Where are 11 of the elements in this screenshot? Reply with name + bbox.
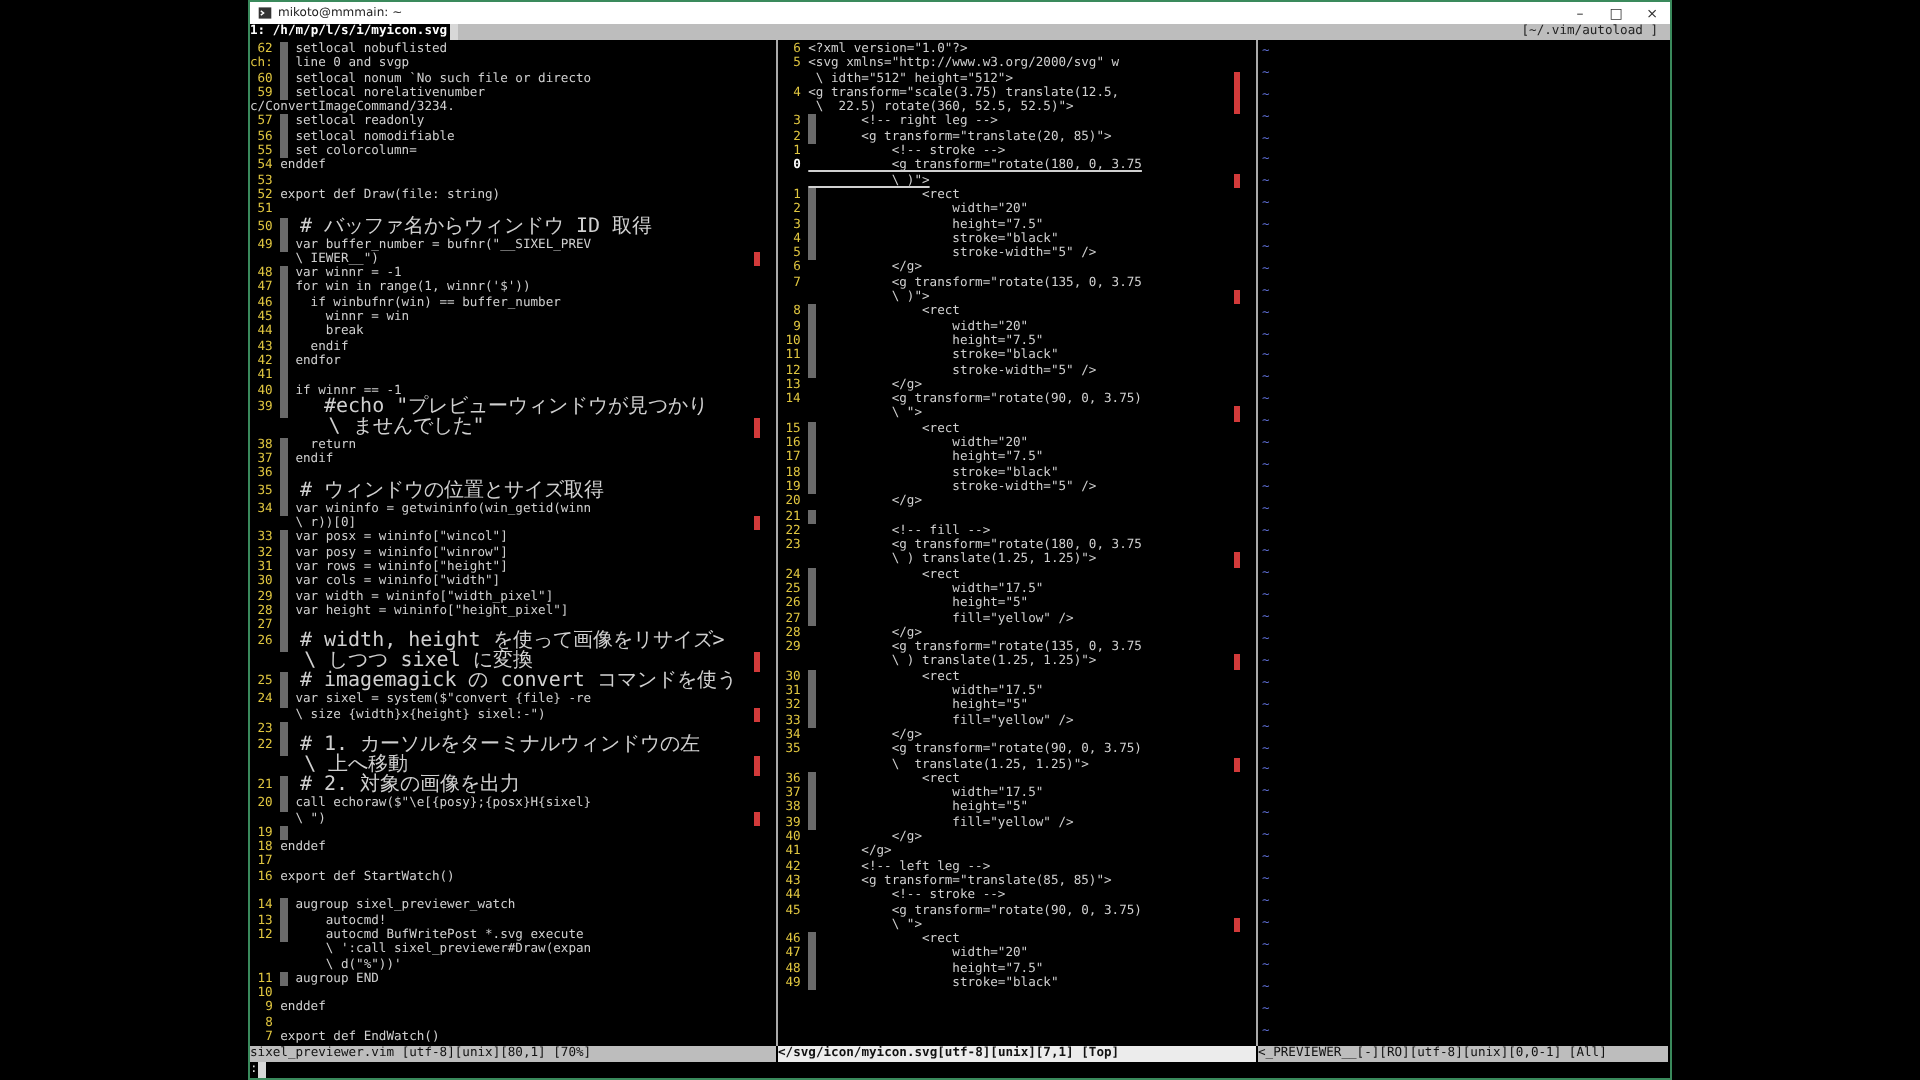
code-line: # width, height を使って画像をリサイズ> xyxy=(297,632,727,653)
code-line: # 1. カーソルをターミナルウィンドウの左 xyxy=(297,736,703,757)
code-line: \ ませんでした" xyxy=(326,417,487,438)
code-line: # imagemagick の convert コマンドを使う xyxy=(297,672,739,693)
code-line: #echo "プレビューウィンドウが見つかり xyxy=(321,397,711,418)
code-line: # バッファ名からウィンドウ ID 取得 xyxy=(297,217,655,238)
cursor xyxy=(257,1062,266,1078)
cursor xyxy=(449,24,458,40)
code-line: # 2. 対象の画像を出力 xyxy=(299,776,521,797)
code-line: \ しつつ sixel に変換 xyxy=(304,652,533,673)
code-line: # ウィンドウの位置とサイズ取得 xyxy=(297,481,606,502)
